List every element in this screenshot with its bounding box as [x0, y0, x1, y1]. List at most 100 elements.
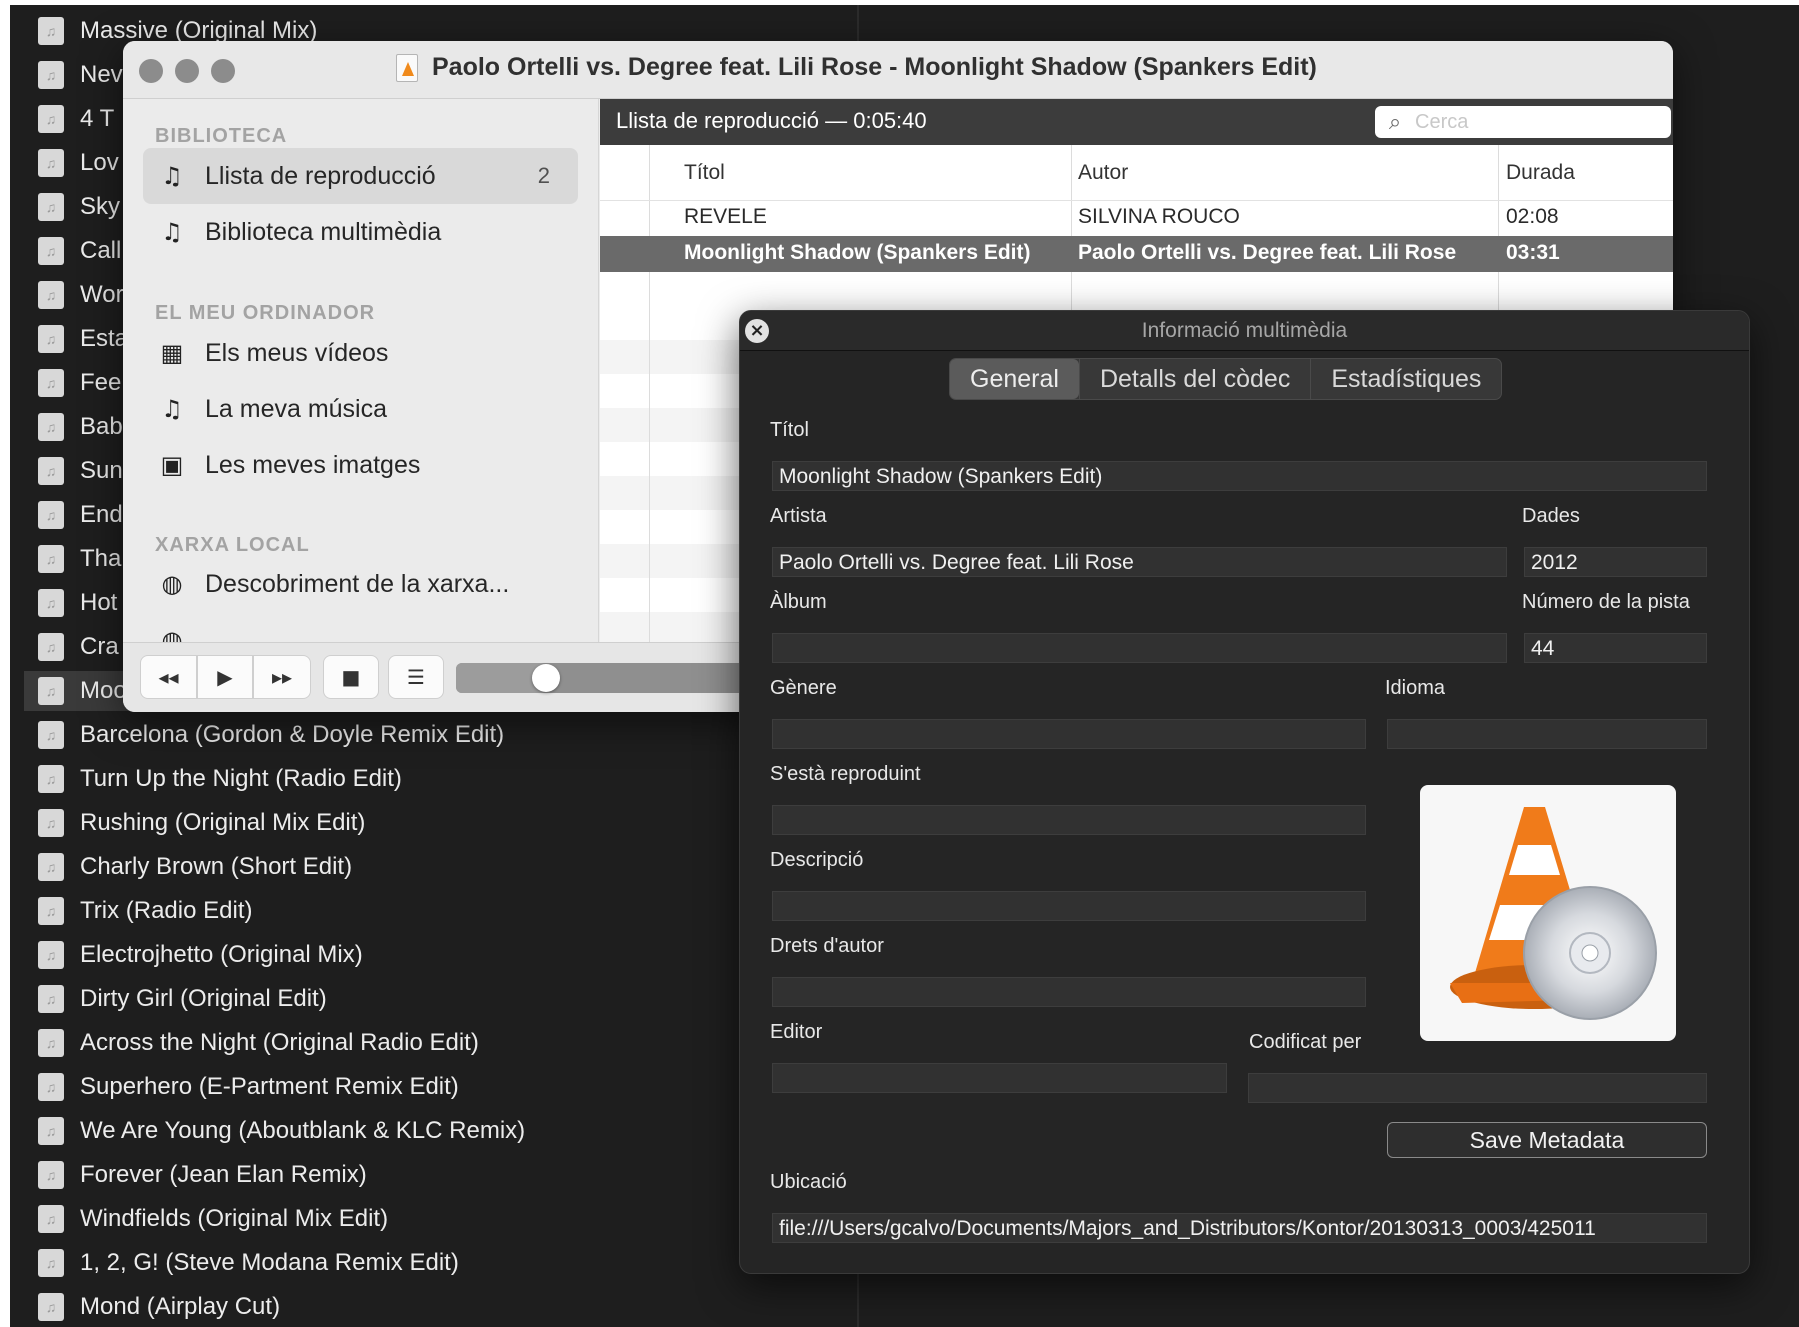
panel-titlebar[interactable]: × Informació multimèdia — [740, 311, 1749, 351]
artist-label: Artista — [770, 505, 827, 527]
list-item-label: Sky — [80, 193, 121, 220]
column-divider — [649, 145, 650, 642]
sidebar-item-label: Llista de reproducció — [205, 161, 436, 190]
date-field[interactable]: 2012 — [1524, 547, 1707, 577]
list-item-label: Electrojhetto (Original Mix) — [80, 941, 363, 968]
sidebar-heading-my-computer: EL MEU ORDINADOR — [155, 302, 376, 324]
list-item-label: Esta — [80, 325, 129, 352]
title-field[interactable]: Moonlight Shadow (Spankers Edit) — [772, 461, 1707, 491]
list-item[interactable]: ♫ Charly Brown (Short Edit) — [38, 847, 838, 887]
panel-title: Informació multimèdia — [1141, 319, 1348, 342]
sidebar-item-playlist[interactable]: ♫ Llista de reproducció 2 — [143, 148, 578, 204]
column-header-title[interactable]: Títol — [684, 161, 725, 185]
column-header-author[interactable]: Autor — [1078, 161, 1128, 185]
list-item[interactable]: ♫ Barcelona (Gordon & Doyle Remix Edit) — [38, 715, 838, 755]
list-item-label: Windfields (Original Mix Edit) — [80, 1205, 389, 1232]
list-item-label: Trix (Radio Edit) — [80, 897, 253, 924]
description-label: Descripció — [770, 849, 864, 871]
save-metadata-button[interactable]: Save Metadata — [1387, 1122, 1707, 1158]
search-icon: ⌕ — [1388, 109, 1402, 134]
genre-field[interactable] — [772, 719, 1366, 749]
play-button[interactable]: ▶ — [197, 655, 253, 699]
column-header-duration[interactable]: Durada — [1506, 161, 1575, 185]
list-item[interactable]: ♫ Superhero (E-Partment Remix Edit) — [38, 1067, 838, 1107]
window-title-group: Paolo Ortelli vs. Degree feat. Lili Rose… — [396, 53, 1317, 82]
vlc-document-icon — [396, 53, 418, 82]
row-author[interactable]: SILVINA ROUCO — [1078, 205, 1240, 229]
list-item[interactable]: ♫ Turn Up the Night (Radio Edit) — [38, 759, 838, 799]
info-tabs: General Detalls del còdec Estadístiques — [949, 358, 1503, 400]
row-duration[interactable]: 02:08 — [1506, 205, 1559, 229]
sidebar-item-partial[interactable]: ◍ — [143, 612, 578, 642]
search-input[interactable] — [1415, 110, 1655, 134]
playlist-toggle-button[interactable]: ☰ — [388, 655, 444, 699]
rewind-button[interactable]: ◂◂ — [140, 655, 197, 699]
list-item-label: Forever (Jean Elan Remix) — [80, 1161, 367, 1188]
description-field[interactable] — [772, 891, 1366, 921]
audio-file-icon: ♫ — [38, 809, 64, 837]
sidebar-item-music[interactable]: ♫ La meva música — [143, 381, 578, 437]
publisher-field[interactable] — [772, 1063, 1227, 1093]
audio-file-icon: ♫ — [38, 633, 64, 661]
fast-forward-button[interactable]: ▸▸ — [253, 655, 311, 699]
album-field[interactable] — [772, 633, 1507, 663]
play-icon: ▶ — [217, 665, 233, 689]
audio-file-icon: ♫ — [38, 61, 64, 89]
list-item[interactable]: ♫ 1, 2, G! (Steve Modana Remix Edit) — [38, 1243, 838, 1283]
sidebar-item-videos[interactable]: ▦ Els meus vídeos — [143, 325, 578, 381]
sidebar-heading-library: BIBLIOTECA — [155, 125, 288, 147]
encoded-by-field[interactable] — [1248, 1073, 1707, 1103]
artist-field[interactable]: Paolo Ortelli vs. Degree feat. Lili Rose — [772, 547, 1507, 577]
list-item-label: Moo — [80, 677, 127, 704]
language-label: Idioma — [1385, 677, 1446, 699]
tab-codec-details[interactable]: Detalls del còdec — [1078, 359, 1310, 399]
track-number-field[interactable]: 44 — [1524, 633, 1707, 663]
now-playing-field[interactable] — [772, 805, 1366, 835]
zoom-window-button[interactable] — [211, 59, 235, 83]
list-item[interactable]: ♫ Dirty Girl (Original Edit) — [38, 979, 838, 1019]
sidebar-item-pictures[interactable]: ▣ Les meves imatges — [143, 437, 578, 493]
audio-file-icon: ♫ — [38, 1205, 64, 1233]
sidebar-heading-local-network: XARXA LOCAL — [155, 534, 310, 556]
list-item[interactable]: ♫ Electrojhetto (Original Mix) — [38, 935, 838, 975]
audio-file-icon: ♫ — [38, 985, 64, 1013]
sidebar-item-media-library[interactable]: ♫ Biblioteca multimèdia — [143, 204, 578, 260]
window-titlebar[interactable]: Paolo Ortelli vs. Degree feat. Lili Rose… — [123, 41, 1673, 99]
list-item[interactable]: ♫ Trix (Radio Edit) — [38, 891, 838, 931]
audio-file-icon: ♫ — [38, 457, 64, 485]
audio-file-icon: ♫ — [38, 1249, 64, 1277]
list-item[interactable]: ♫ We Are Young (Aboutblank & KLC Remix) — [38, 1111, 838, 1151]
list-item[interactable]: ♫ Forever (Jean Elan Remix) — [38, 1155, 838, 1195]
list-item[interactable]: ♫ Windfields (Original Mix Edit) — [38, 1199, 838, 1239]
minimize-window-button[interactable] — [175, 59, 199, 83]
list-item[interactable]: ♫ Across the Night (Original Radio Edit) — [38, 1023, 838, 1063]
audio-file-icon: ♫ — [38, 105, 64, 133]
header-divider — [600, 200, 1673, 201]
row-author[interactable]: Paolo Ortelli vs. Degree feat. Lili Rose — [1078, 241, 1456, 265]
sidebar-item-label: Descobriment de la xarxa... — [205, 569, 510, 598]
list-item-label: 4 T — [80, 105, 115, 132]
list-item-label: Nev — [80, 61, 123, 88]
audio-file-icon: ♫ — [38, 1029, 64, 1057]
row-title[interactable]: REVELE — [684, 205, 767, 229]
tab-general[interactable]: General — [950, 359, 1079, 399]
row-duration[interactable]: 03:31 — [1506, 241, 1560, 265]
close-window-button[interactable] — [139, 59, 163, 83]
tab-statistics[interactable]: Estadístiques — [1310, 359, 1501, 399]
language-field[interactable] — [1387, 719, 1707, 749]
list-item-label: Cra — [80, 633, 119, 660]
stop-button[interactable]: ■ — [323, 655, 379, 699]
list-item[interactable]: ♫ Mond (Airplay Cut) — [38, 1287, 838, 1327]
location-field[interactable]: file:///Users/gcalvo/Documents/Majors_an… — [772, 1213, 1707, 1243]
list-item-label: End — [80, 501, 123, 528]
progress-knob[interactable] — [532, 664, 560, 692]
sidebar-item-network-discovery[interactable]: ◍ Descobriment de la xarxa... — [143, 556, 578, 612]
audio-file-icon: ♫ — [38, 501, 64, 529]
copyright-field[interactable] — [772, 977, 1366, 1007]
row-title[interactable]: Moonlight Shadow (Spankers Edit) — [684, 241, 1031, 265]
audio-file-icon: ♫ — [38, 149, 64, 177]
list-item-label: Mond (Airplay Cut) — [80, 1293, 281, 1320]
search-box[interactable]: ⌕ — [1375, 106, 1671, 138]
list-item[interactable]: ♫ Rushing (Original Mix Edit) — [38, 803, 838, 843]
playlist-title: Llista de reproducció — 0:05:40 — [616, 108, 927, 133]
